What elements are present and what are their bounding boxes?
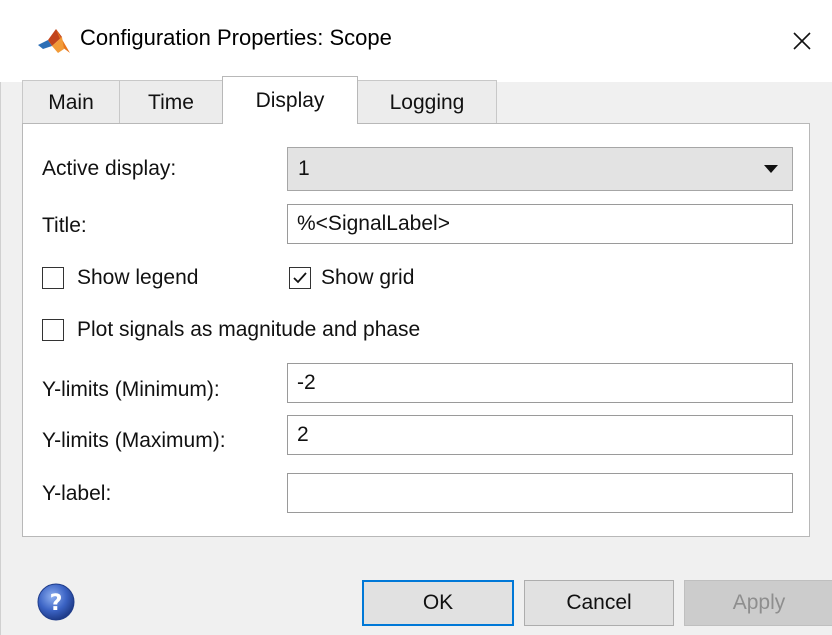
tab-display[interactable]: Display bbox=[222, 76, 358, 124]
ymax-input[interactable]: 2 bbox=[287, 415, 793, 455]
checkmark-icon bbox=[293, 272, 307, 284]
apply-button[interactable]: Apply bbox=[684, 580, 832, 626]
tab-time[interactable]: Time bbox=[119, 80, 223, 124]
matlab-logo-icon bbox=[38, 29, 70, 53]
close-icon bbox=[793, 32, 811, 50]
active-display-value: 1 bbox=[298, 157, 310, 180]
window-edge bbox=[0, 82, 1, 635]
help-icon[interactable]: ? bbox=[36, 582, 76, 622]
magnitude-phase-label[interactable]: Plot signals as magnitude and phase bbox=[77, 318, 420, 342]
ok-button[interactable]: OK bbox=[362, 580, 514, 626]
show-legend-checkbox[interactable] bbox=[42, 267, 64, 289]
magnitude-phase-checkbox[interactable] bbox=[42, 319, 64, 341]
cancel-button[interactable]: Cancel bbox=[524, 580, 674, 626]
title-input[interactable]: %<SignalLabel> bbox=[287, 204, 793, 244]
title-bar: Configuration Properties: Scope bbox=[0, 0, 832, 82]
show-legend-label[interactable]: Show legend bbox=[77, 266, 198, 290]
show-grid-label[interactable]: Show grid bbox=[321, 266, 414, 290]
display-panel: Active display: 1 Title: %<SignalLabel> … bbox=[22, 123, 810, 537]
title-label: Title: bbox=[42, 214, 87, 237]
ylabel-input[interactable] bbox=[287, 473, 793, 513]
ymax-label: Y-limits (Maximum): bbox=[42, 429, 226, 452]
close-button[interactable] bbox=[772, 0, 832, 82]
show-grid-checkbox[interactable] bbox=[289, 267, 311, 289]
ylabel-label: Y-label: bbox=[42, 482, 112, 505]
active-display-label: Active display: bbox=[42, 157, 177, 180]
svg-text:?: ? bbox=[50, 591, 63, 616]
window-title: Configuration Properties: Scope bbox=[80, 25, 392, 50]
ymin-input[interactable]: -2 bbox=[287, 363, 793, 403]
tab-main[interactable]: Main bbox=[22, 80, 120, 124]
active-display-dropdown[interactable]: 1 bbox=[287, 147, 793, 191]
configuration-dialog: Configuration Properties: Scope Main Tim… bbox=[0, 0, 832, 635]
tab-logging[interactable]: Logging bbox=[357, 80, 497, 124]
ymin-label: Y-limits (Minimum): bbox=[42, 378, 220, 401]
dropdown-arrow-icon bbox=[764, 165, 778, 173]
